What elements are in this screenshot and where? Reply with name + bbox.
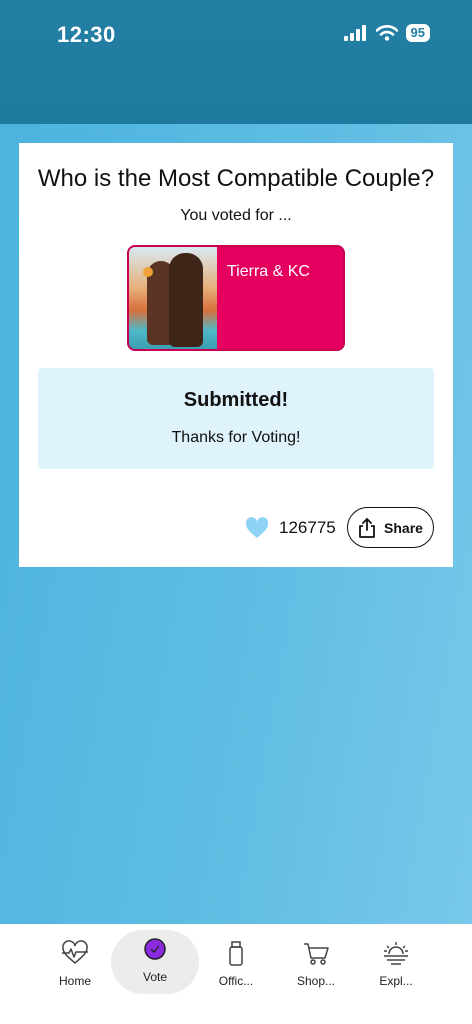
tab-vote[interactable]: Vote [111,930,199,994]
poll-question: Who is the Most Compatible Couple? [37,165,435,192]
status-time: 12:30 [57,22,116,47]
battery-indicator: 95 [405,24,430,42]
tab-official[interactable]: Offic... [196,934,276,1004]
poll-card: Who is the Most Compatible Couple? You v… [19,143,453,567]
couple-name: Tierra & KC [227,263,310,280]
like-count: 126775 [279,518,336,537]
sunset-icon [384,942,408,965]
bottle-icon [229,941,243,966]
status-icons: 95 [343,24,430,42]
share-icon [359,517,375,538]
couple-photo-person [169,253,203,347]
vote-check-icon [144,938,166,960]
tab-explore-label: Expl... [379,974,413,988]
voted-couple-card[interactable]: Tierra & KC [127,245,345,351]
share-label: Share [384,519,423,536]
tab-home[interactable]: Home [35,934,115,1004]
tab-shop[interactable]: Shop... [276,934,356,1004]
bottom-tab-bar: Home Vote Offic... Shop... Expl... [0,924,472,1024]
tab-shop-label: Shop... [296,974,336,988]
tab-official-label: Offic... [218,974,254,988]
share-button[interactable]: Share [347,507,434,548]
tab-vote-label: Vote [142,970,168,984]
status-bar: 12:30 95 [0,0,472,124]
submitted-title: Submitted! [183,389,289,411]
tab-explore[interactable]: Expl... [356,934,436,1004]
submitted-panel: Submitted! Thanks for Voting! [38,368,434,469]
couple-photo [129,247,217,349]
like-row: 126775 [245,507,336,549]
tab-home-label: Home [58,974,91,988]
voted-for-label: You voted for ... [180,207,292,224]
submitted-subtitle: Thanks for Voting! [171,429,301,446]
wifi-icon [375,25,398,41]
cart-icon [304,943,329,965]
heart-icon[interactable] [245,517,269,539]
heartbeat-icon [62,940,88,964]
couple-photo-flower [143,267,153,277]
signal-icon [343,25,366,41]
